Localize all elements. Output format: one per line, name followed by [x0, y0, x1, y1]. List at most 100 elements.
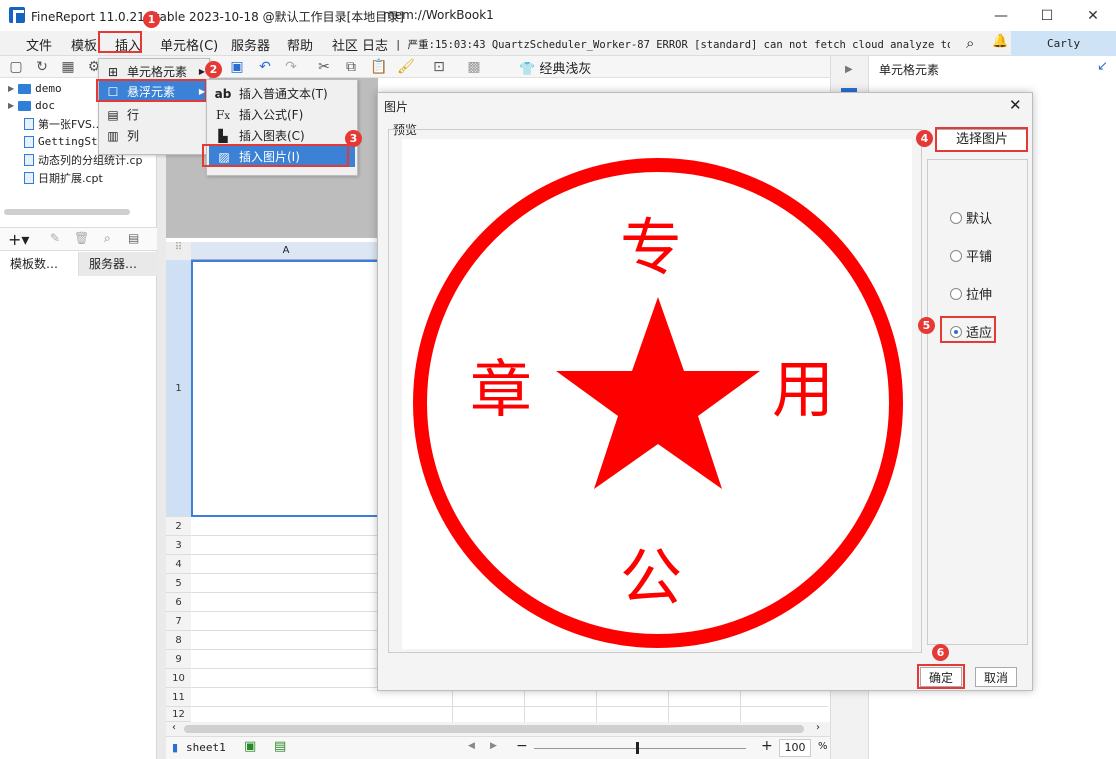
row-header[interactable]: 5	[166, 574, 191, 593]
zoom-slider-thumb[interactable]	[636, 742, 639, 754]
cut-icon[interactable]: ✂	[316, 59, 332, 75]
seal-char-right: 用	[772, 353, 835, 426]
menu-item-insert-chart[interactable]: ▙ 插入图表(C)	[207, 125, 357, 146]
menu-item-label: 列	[127, 129, 140, 143]
title-bar: FineReport 11.0.21 stable 2023-10-18 @默认…	[0, 0, 1116, 31]
scroll-right-icon[interactable]: ›	[816, 722, 820, 733]
seal-char-left: 章	[470, 353, 533, 426]
tree-actions: +▾ ✎ 🗑 ⌕ ▤	[0, 227, 157, 251]
save-icon[interactable]: ▣	[229, 59, 245, 75]
splitter[interactable]	[157, 78, 166, 759]
zoom-slider-track[interactable]	[534, 748, 746, 749]
user-area[interactable]: Carly	[1011, 31, 1116, 56]
scroll-thumb[interactable]	[184, 725, 804, 733]
edit-icon[interactable]: ✎	[50, 231, 60, 245]
scroll-left-icon[interactable]: ‹	[172, 722, 176, 733]
expand-arrow-icon[interactable]: ▶	[8, 84, 14, 93]
menu-item-insert-text[interactable]: ab 插入普通文本(T)	[207, 83, 357, 104]
tab-server[interactable]: 服务器…	[79, 252, 157, 276]
option-default[interactable]: 默认	[950, 208, 992, 227]
undo-icon[interactable]: ↶	[257, 59, 273, 75]
menu-cell[interactable]: 单元格(C)	[160, 35, 218, 54]
grid-icon[interactable]: ▦	[60, 59, 76, 75]
menu-item-row[interactable]: ▤ 行	[99, 104, 209, 125]
folder-icon	[18, 83, 32, 94]
search-icon[interactable]: ⌕	[966, 34, 974, 52]
row-header[interactable]: 10	[166, 669, 191, 688]
zoom-input[interactable]: 100	[779, 739, 811, 757]
minimize-icon[interactable]: —	[978, 0, 1024, 31]
tree-label: GettingSt…	[38, 135, 105, 148]
format-brush-icon[interactable]: 🖌	[397, 59, 415, 75]
zoom-unit: %	[818, 741, 828, 752]
menu-community[interactable]: 社区	[332, 35, 358, 54]
option-stretch[interactable]: 拉伸	[950, 284, 992, 303]
style-button[interactable]: 👕 经典浅灰	[519, 58, 591, 77]
image-tool-icon[interactable]: ▩	[466, 59, 482, 75]
horizontal-scrollbar[interactable]: ‹ ›	[166, 722, 830, 736]
menu-server[interactable]: 服务器	[231, 35, 270, 54]
expand-panel-icon[interactable]: ▶	[845, 64, 853, 75]
prev-sheet-icon[interactable]: ◀	[468, 741, 475, 751]
tree-file[interactable]: 日期扩展.cpt	[24, 169, 103, 186]
menu-item-column[interactable]: ▥ 列	[99, 125, 209, 146]
step-badge-6: 6	[932, 644, 949, 661]
row-header-1[interactable]: 1	[166, 260, 191, 517]
tree-file[interactable]: GettingSt…	[24, 133, 104, 150]
image-dialog: 图片 ✕ 预览 专 用 章 公 选择图片 默认 平铺 拉伸 适应 确定 取消	[377, 92, 1033, 691]
row-header[interactable]: 6	[166, 593, 191, 612]
row-header[interactable]: 3	[166, 536, 191, 555]
dialog-close-icon[interactable]: ✕	[1009, 96, 1022, 114]
row-header[interactable]: 12	[166, 707, 191, 722]
expand-arrow-icon[interactable]: ▶	[8, 101, 14, 110]
select-all-icon[interactable]: ⠿	[166, 242, 191, 260]
menu-help[interactable]: 帮助	[287, 35, 313, 54]
tree-folder-demo[interactable]: ▶ demo	[8, 80, 62, 97]
preview-image: 专 用 章 公	[402, 139, 912, 649]
menu-log[interactable]: 日志	[362, 35, 388, 54]
menu-template[interactable]: 模板	[71, 35, 97, 54]
zoom-in-icon[interactable]: +	[761, 738, 773, 754]
tab-template-data[interactable]: 模板数…	[0, 252, 79, 276]
radio-default[interactable]	[950, 211, 962, 224]
refresh-icon[interactable]: ↻	[34, 59, 50, 75]
redo-icon[interactable]: ↷	[283, 59, 299, 75]
delete-icon[interactable]: 🗑	[74, 231, 89, 245]
tree-folder-doc[interactable]: ▶ doc	[8, 97, 55, 114]
row-header[interactable]: 4	[166, 555, 191, 574]
add-sheet-icon[interactable]: ▣	[244, 739, 256, 754]
file-icon	[24, 171, 34, 184]
column-header-a[interactable]: A	[191, 242, 381, 260]
radio-stretch[interactable]	[950, 287, 962, 300]
app-logo-icon	[9, 7, 25, 23]
bell-icon[interactable]: 🔔	[992, 34, 1008, 49]
row-header[interactable]: 8	[166, 631, 191, 650]
zoom-out-icon[interactable]: −	[516, 738, 528, 754]
maximize-icon[interactable]: ☐	[1024, 0, 1070, 31]
add-sheet-alt-icon[interactable]: ▤	[274, 739, 286, 754]
pin-icon[interactable]: ↙	[1097, 59, 1108, 74]
row-header[interactable]: 2	[166, 517, 191, 536]
row-header[interactable]: 7	[166, 612, 191, 631]
row-header[interactable]: 9	[166, 650, 191, 669]
search-file-icon[interactable]: ⌕	[104, 231, 111, 246]
new-icon[interactable]: ▢	[8, 59, 24, 75]
preview-icon[interactable]: ⊡	[431, 59, 447, 75]
tree-scrollbar[interactable]	[4, 209, 130, 215]
paste-icon[interactable]: 📋	[370, 59, 387, 75]
close-icon[interactable]: ✕	[1070, 0, 1116, 31]
radio-tile[interactable]	[950, 249, 962, 262]
row-header[interactable]: 11	[166, 688, 191, 707]
tree-file[interactable]: 第一张FVS…	[24, 115, 103, 132]
option-tile[interactable]: 平铺	[950, 246, 992, 265]
menu-file[interactable]: 文件	[26, 35, 52, 54]
menu-item-insert-formula[interactable]: Fx 插入公式(F)	[207, 104, 357, 125]
cancel-button[interactable]: 取消	[975, 667, 1017, 687]
add-icon[interactable]: +▾	[8, 230, 29, 249]
sheet-icon: ▮	[172, 741, 179, 754]
copy-icon[interactable]: ⧉	[343, 59, 359, 75]
selected-cell-a1[interactable]	[191, 260, 381, 517]
filter-icon[interactable]: ▤	[128, 231, 139, 245]
next-sheet-icon[interactable]: ▶	[490, 741, 497, 751]
sheet-tab[interactable]: sheet1	[186, 741, 226, 754]
